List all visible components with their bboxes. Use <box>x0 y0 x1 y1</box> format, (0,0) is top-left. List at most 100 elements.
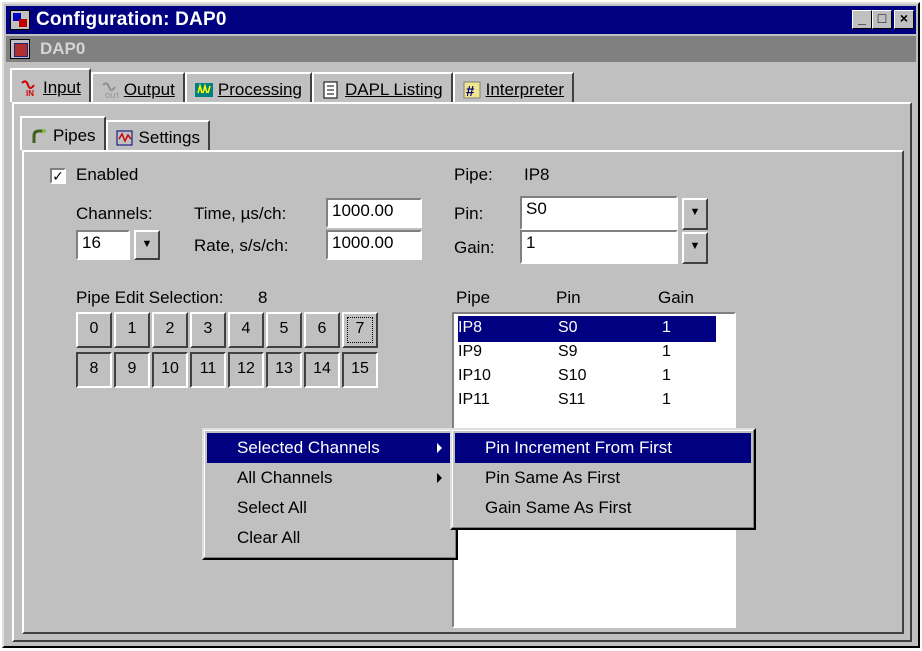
window-title: Configuration: DAP0 <box>36 9 227 30</box>
rate-label: Rate, s/s/ch: <box>194 236 289 255</box>
tab-dapl-listing[interactable]: DAPL Listing <box>311 72 453 102</box>
channels-label: Channels: <box>76 204 153 223</box>
cell-pipe: IP10 <box>458 367 491 384</box>
settings-signal-icon <box>116 129 134 147</box>
channel-button-5[interactable]: 5 <box>266 312 302 348</box>
tab-settings[interactable]: Settings <box>105 120 210 150</box>
cell-gain: 1 <box>662 391 671 408</box>
submenu-item-gain-same-as-first[interactable]: Gain Same As First <box>455 493 751 523</box>
channels-dropdown-button[interactable]: ▼ <box>134 230 160 260</box>
pin-dropdown-button[interactable]: ▼ <box>682 198 708 230</box>
channel-button-10[interactable]: 10 <box>152 352 188 388</box>
cell-gain: 1 <box>662 343 671 360</box>
channel-button-7[interactable]: 7 <box>342 312 378 348</box>
pin-field[interactable]: S0 <box>520 196 678 230</box>
cell-pipe: IP9 <box>458 343 483 360</box>
maximize-button[interactable]: □ <box>872 10 892 29</box>
channel-button-2[interactable]: 2 <box>152 312 188 348</box>
channels-field[interactable]: 16 <box>76 230 130 260</box>
channel-button-4[interactable]: 4 <box>228 312 264 348</box>
device-icon <box>10 39 30 59</box>
channel-button-15[interactable]: 15 <box>342 352 378 388</box>
input-signal-icon: IN <box>20 79 38 98</box>
pin-label: Pin: <box>454 204 484 223</box>
time-label: Time, µs/ch: <box>194 204 287 223</box>
pipe-edit-selection-value: 8 <box>258 288 268 307</box>
tab-input[interactable]: IN Input <box>10 68 91 102</box>
cell-pin: S9 <box>558 343 578 360</box>
tab-interpreter-label: Interpreter <box>485 80 565 99</box>
close-button[interactable]: × <box>894 10 914 29</box>
tab-settings-label: Settings <box>138 128 200 147</box>
tab-pipes[interactable]: Pipes <box>20 116 106 150</box>
table-row[interactable]: IP10 S10 1 <box>458 364 716 390</box>
cell-pin: S10 <box>558 367 587 384</box>
channel-button-0[interactable]: 0 <box>76 312 112 348</box>
submenu-item-pin-same-as-first[interactable]: Pin Same As First <box>455 463 751 493</box>
device-bar: DAP0 <box>6 36 916 62</box>
title-bar[interactable]: Configuration: DAP0 _ □ × <box>6 6 916 34</box>
submenu-arrow-icon <box>437 443 442 453</box>
main-tab-bar: IN Input OUT Output Processing DAPL List… <box>10 68 575 102</box>
tab-output[interactable]: OUT Output <box>90 72 185 102</box>
enabled-label: Enabled <box>76 165 139 184</box>
header-pipe: Pipe <box>456 288 491 307</box>
output-signal-icon: OUT <box>101 81 120 100</box>
menu-item-select-all[interactable]: Select All <box>207 493 453 523</box>
channel-button-8[interactable]: 8 <box>76 352 112 388</box>
menu-item-clear-all[interactable]: Clear All <box>207 523 453 553</box>
cell-pipe: IP8 <box>458 319 483 336</box>
header-pin: Pin <box>556 288 581 307</box>
submenu-arrow-icon <box>437 473 442 483</box>
svg-text:OUT: OUT <box>105 93 119 99</box>
interpreter-icon: # <box>463 81 481 100</box>
tab-dapl-listing-label: DAPL Listing <box>344 80 443 99</box>
pipe-edit-selection-label: Pipe Edit Selection: <box>76 288 224 307</box>
header-gain: Gain <box>658 288 694 307</box>
svg-text:IN: IN <box>26 89 34 97</box>
tab-output-label: Output <box>123 80 175 99</box>
processing-wave-icon <box>194 81 213 99</box>
channel-button-14[interactable]: 14 <box>304 352 340 388</box>
time-field[interactable]: 1000.00 <box>326 198 422 228</box>
table-row[interactable]: IP9 S9 1 <box>458 340 716 366</box>
tab-processing[interactable]: Processing <box>184 72 312 102</box>
rate-field[interactable]: 1000.00 <box>326 230 422 260</box>
enabled-checkbox[interactable]: ✓ <box>50 168 66 184</box>
app-icon <box>10 10 30 30</box>
cell-gain: 1 <box>662 367 671 384</box>
cell-pipe: IP11 <box>458 391 490 408</box>
tab-processing-label: Processing <box>217 80 302 99</box>
gain-label: Gain: <box>454 238 495 257</box>
channel-button-6[interactable]: 6 <box>304 312 340 348</box>
sub-tab-bar: Pipes Settings <box>20 116 210 150</box>
cell-pin: S0 <box>558 319 578 336</box>
pipe-value: IP8 <box>524 165 550 184</box>
table-row[interactable]: IP11 S11 1 <box>458 388 716 414</box>
menu-item-all-channels[interactable]: All Channels <box>207 463 453 493</box>
context-menu: Selected Channels All Channels Select Al… <box>202 428 458 560</box>
channel-button-12[interactable]: 12 <box>228 352 264 388</box>
tab-interpreter[interactable]: # Interpreter <box>452 72 575 102</box>
gain-field[interactable]: 1 <box>520 230 678 264</box>
channel-button-13[interactable]: 13 <box>266 352 302 388</box>
table-row[interactable]: IP8 S0 1 <box>458 316 716 342</box>
minimize-button[interactable]: _ <box>852 10 872 29</box>
configuration-window: Configuration: DAP0 _ □ × DAP0 IN Input … <box>2 2 920 648</box>
channel-button-3[interactable]: 3 <box>190 312 226 348</box>
listing-icon <box>322 81 340 99</box>
tab-input-label: Input <box>43 78 81 97</box>
submenu: Pin Increment From First Pin Same As Fir… <box>450 428 756 530</box>
menu-item-selected-channels[interactable]: Selected Channels <box>207 433 453 463</box>
svg-text:#: # <box>466 83 475 99</box>
pipe-label: Pipe: <box>454 165 493 184</box>
submenu-item-pin-increment-from-first[interactable]: Pin Increment From First <box>455 433 751 463</box>
gain-dropdown-button[interactable]: ▼ <box>682 232 708 264</box>
channel-button-11[interactable]: 11 <box>190 352 226 388</box>
channel-button-9[interactable]: 9 <box>114 352 150 388</box>
pipe-icon <box>30 127 48 145</box>
cell-pin: S11 <box>558 391 586 408</box>
channel-button-1[interactable]: 1 <box>114 312 150 348</box>
cell-gain: 1 <box>662 319 671 336</box>
device-name: DAP0 <box>40 39 86 58</box>
